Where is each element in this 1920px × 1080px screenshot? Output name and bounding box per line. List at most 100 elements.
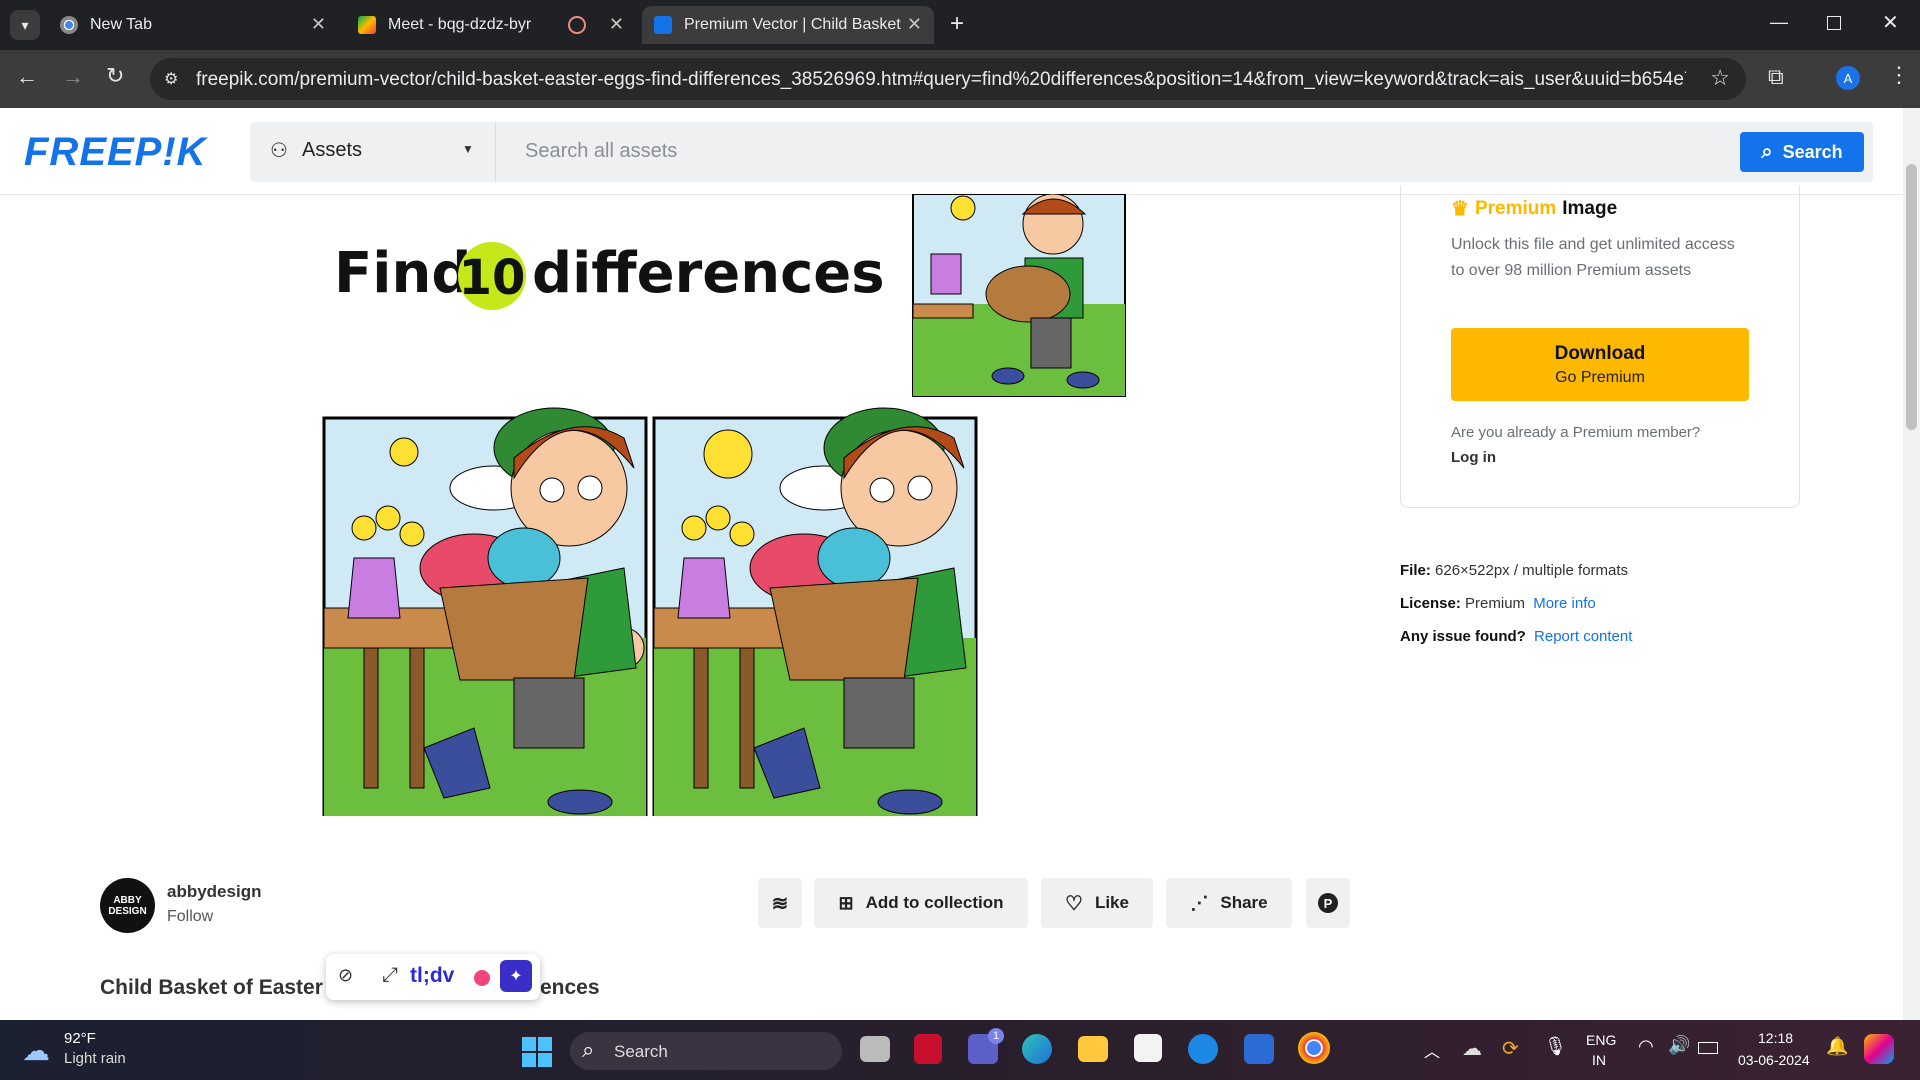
share-label: Share	[1220, 893, 1268, 912]
clock-time[interactable]: 12:18	[1758, 1030, 1793, 1046]
follow-link[interactable]: Follow	[167, 908, 213, 926]
chevron-down-icon: ▼	[462, 142, 474, 156]
close-icon[interactable]: ✕	[907, 14, 922, 35]
weather-cloud-icon[interactable]: ☁	[22, 1034, 50, 1067]
microphone-icon[interactable]: 🎙	[1544, 1036, 1567, 1057]
license-row: License: Premium More info	[1400, 595, 1596, 612]
search-icon: ⌕	[1761, 140, 1773, 163]
preview-image[interactable]: Find 10 differences	[320, 193, 1130, 818]
sync-icon[interactable]: ⟳	[1502, 1036, 1519, 1061]
chrome-taskbar-icon[interactable]	[1298, 1032, 1330, 1064]
search-icon: ⌕	[582, 1037, 595, 1062]
tldv-widget[interactable]: ⊘ ⤢ tl;dv ✦	[326, 954, 540, 1000]
add-to-collection-button[interactable]: ⊞ Add to collection	[814, 878, 1028, 928]
close-icon[interactable]: ✕	[311, 14, 326, 35]
ms-store-icon[interactable]	[1134, 1034, 1162, 1062]
freepik-favicon-icon	[654, 16, 672, 34]
author-avatar[interactable]: ABBY DESIGN	[100, 878, 155, 933]
freepik-logo[interactable]: FREEP!K	[24, 130, 207, 175]
bookmark-star-icon[interactable]: ☆	[1710, 65, 1730, 91]
share-button[interactable]: ⋰ Share	[1166, 878, 1292, 928]
weather-temp[interactable]: 92°F	[64, 1030, 96, 1047]
more-info-link[interactable]: More info	[1533, 595, 1596, 612]
onedrive-icon[interactable]: ☁	[1462, 1036, 1482, 1061]
language-2[interactable]: IN	[1592, 1052, 1606, 1068]
premium-description: Unlock this file and get unlimited acces…	[1451, 236, 1735, 279]
word-app-icon[interactable]	[1244, 1034, 1274, 1064]
restore-icon[interactable]	[1827, 16, 1841, 30]
pinterest-button[interactable]: P	[1306, 878, 1350, 928]
search-bar: ⚇ Assets ▼ Search all assets ⌕ Search	[250, 122, 1873, 182]
download-button[interactable]: Download Go Premium	[1451, 328, 1749, 401]
notification-bell-icon[interactable]: 🔔	[1826, 1036, 1848, 1057]
close-window-icon[interactable]: ✕	[1882, 10, 1899, 35]
tab-list-dropdown-icon[interactable]: ▾	[10, 10, 40, 40]
issue-label: Any issue found?	[1400, 628, 1526, 645]
tab-freepik[interactable]: Premium Vector | Child Basket o ✕	[642, 6, 934, 44]
task-view-icon[interactable]	[860, 1036, 890, 1062]
extensions-icon[interactable]: ⧉	[1768, 64, 1784, 90]
language-1[interactable]: ENG	[1586, 1032, 1616, 1048]
chevron-up-icon[interactable]: ︿	[1424, 1038, 1440, 1062]
page-scrollbar[interactable]	[1903, 108, 1920, 1020]
back-arrow-icon[interactable]: ←	[16, 64, 38, 90]
license-label: License:	[1400, 595, 1461, 612]
like-button[interactable]: ♡ Like	[1041, 878, 1153, 928]
assets-icon: ⚇	[270, 140, 288, 162]
collection-icon: ⊞	[838, 892, 854, 913]
add-to-collection-label: Add to collection	[865, 893, 1004, 912]
tab-title: Premium Vector | Child Basket o	[684, 16, 904, 33]
tab-new-tab[interactable]: New Tab ✕	[48, 6, 338, 44]
profile-avatar[interactable]: A	[1836, 66, 1860, 90]
pin-icon[interactable]: ✦	[500, 960, 532, 992]
premium-card: ♛ Premium Image Unlock this file and get…	[1400, 185, 1800, 508]
scene-right	[652, 407, 978, 818]
assets-dropdown[interactable]: ⚇ Assets ▼	[250, 122, 496, 182]
cloud-app-icon[interactable]	[1188, 1034, 1218, 1064]
copilot-icon[interactable]	[1864, 1034, 1894, 1064]
tab-meet[interactable]: Meet - bqg-dzdz-byr ✕	[346, 6, 636, 44]
wifi-icon[interactable]: ◠	[1638, 1036, 1654, 1057]
image-word: Image	[1562, 197, 1618, 219]
heart-icon: ♡	[1065, 892, 1083, 915]
avatar-text-1: ABBY	[113, 894, 142, 906]
start-button[interactable]	[522, 1037, 552, 1067]
expand-icon[interactable]: ⤢	[382, 964, 398, 987]
search-button-label: Search	[1782, 141, 1843, 162]
record-dot-icon[interactable]	[474, 970, 490, 986]
mcafee-icon[interactable]	[914, 1034, 942, 1064]
site-info-icon[interactable]: ⚙	[164, 69, 178, 89]
crown-icon: ♛	[1451, 198, 1469, 220]
new-tab-plus-icon[interactable]: +	[950, 10, 964, 38]
assets-label: Assets	[302, 139, 363, 161]
minimize-icon[interactable]: —	[1770, 12, 1788, 33]
battery-icon[interactable]	[1698, 1042, 1718, 1054]
search-button[interactable]: ⌕ Search	[1740, 132, 1864, 172]
address-bar[interactable]: ⚙ freepik.com/premium-vector/child-baske…	[150, 58, 1746, 100]
url-text[interactable]: freepik.com/premium-vector/child-basket-…	[196, 69, 1686, 91]
layers-button[interactable]: ≋	[758, 878, 802, 928]
report-content-link[interactable]: Report content	[1534, 628, 1632, 645]
forward-arrow-icon[interactable]: →	[62, 64, 84, 90]
reload-icon[interactable]: ↻	[106, 63, 124, 89]
avatar-text-2: DESIGN	[108, 905, 147, 917]
weather-desc[interactable]: Light rain	[64, 1050, 126, 1067]
author-name[interactable]: abbydesign	[167, 882, 261, 902]
thumbnail-scene	[912, 193, 1126, 397]
asset-title-right: ences	[540, 976, 600, 999]
pinterest-icon: P	[1318, 893, 1338, 913]
file-explorer-icon[interactable]	[1078, 1036, 1108, 1062]
taskbar-search[interactable]: ⌕ Search	[570, 1032, 842, 1070]
login-link[interactable]: Log in	[1451, 449, 1496, 466]
license-value: Premium	[1465, 595, 1526, 612]
member-question: Are you already a Premium member?	[1451, 424, 1701, 441]
edge-icon[interactable]	[1022, 1034, 1052, 1064]
hide-eye-icon[interactable]: ⊘	[338, 965, 353, 986]
scene-left	[322, 407, 648, 818]
close-icon[interactable]: ✕	[609, 14, 624, 35]
volume-icon[interactable]: 🔊	[1668, 1035, 1690, 1056]
more-menu-icon[interactable]: ⋮	[1888, 62, 1910, 88]
scrollbar-thumb[interactable]	[1906, 164, 1917, 430]
clock-date[interactable]: 03-06-2024	[1738, 1052, 1810, 1068]
search-input[interactable]: Search all assets	[525, 140, 677, 163]
